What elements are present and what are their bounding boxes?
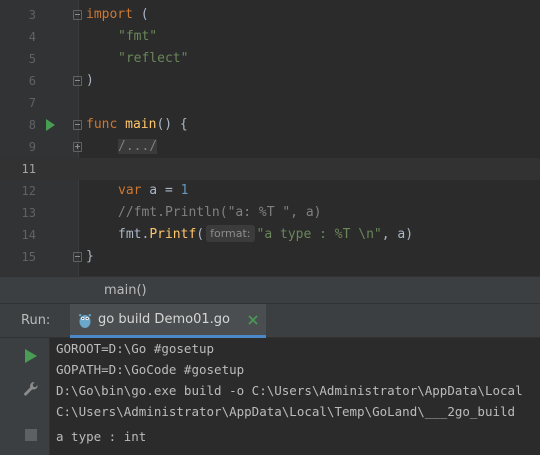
line-number: 14 bbox=[21, 228, 36, 242]
run-toolbar bbox=[0, 338, 50, 455]
wrench-icon[interactable] bbox=[20, 378, 42, 400]
code-line[interactable]: 12 var a = 1 bbox=[0, 180, 540, 202]
console-line: D:\Go\bin\go.exe build -o C:\Users\Admin… bbox=[56, 383, 523, 398]
gutter-cell: 14 bbox=[0, 224, 78, 246]
code-editor[interactable]: 3 import ( 4 "fmt" 5 "reflect" 6 ) 7 8 f… bbox=[0, 0, 540, 276]
gutter-cell: 8 bbox=[0, 114, 82, 136]
code-text: "reflect" bbox=[118, 48, 188, 70]
breadcrumb-item[interactable]: main() bbox=[104, 277, 147, 305]
code-punct: ) bbox=[86, 73, 94, 88]
code-punct: ( bbox=[132, 7, 149, 22]
code-text: /.../ bbox=[118, 136, 158, 158]
code-line[interactable]: 3 import ( bbox=[0, 4, 540, 26]
gopher-icon bbox=[79, 314, 91, 328]
code-line[interactable]: 6 ) bbox=[0, 70, 540, 92]
line-number: 3 bbox=[28, 8, 36, 22]
code-text: func main() { bbox=[86, 114, 188, 136]
gutter-cell: 7 bbox=[0, 92, 78, 114]
gutter-cell: 9 bbox=[0, 136, 82, 158]
fold-icon[interactable] bbox=[73, 120, 82, 130]
line-number: 9 bbox=[28, 140, 36, 154]
line-number: 8 bbox=[28, 118, 36, 132]
code-line-current[interactable]: 11 bbox=[0, 158, 540, 180]
code-line[interactable]: 8 func main() { bbox=[0, 114, 540, 136]
keyword: var bbox=[118, 183, 142, 198]
number-literal: 1 bbox=[180, 183, 189, 198]
expand-fold-icon[interactable] bbox=[73, 142, 82, 152]
gutter-cell: 5 bbox=[0, 48, 78, 70]
gutter-cell: 15 bbox=[0, 246, 82, 268]
line-number: 12 bbox=[21, 184, 36, 198]
run-tab-label: go build Demo01.go bbox=[98, 312, 230, 327]
run-gutter-icon[interactable] bbox=[46, 119, 55, 131]
line-number: 5 bbox=[28, 52, 36, 66]
code-line[interactable]: 5 "reflect" bbox=[0, 48, 540, 70]
comment: //fmt.Println("a: %T ", a) bbox=[118, 205, 322, 220]
code-punct: , a) bbox=[381, 227, 414, 242]
run-configuration-tab[interactable]: go build Demo01.go bbox=[70, 304, 266, 338]
line-number: 15 bbox=[21, 250, 36, 264]
stop-icon[interactable] bbox=[20, 424, 42, 446]
code-line[interactable]: 14 fmt.Printf(format: "a type : %T \n", a… bbox=[0, 224, 540, 246]
code-text: } bbox=[86, 246, 94, 268]
code-text: fmt.Printf(format: "a type : %T \n", a) bbox=[118, 224, 413, 246]
console-line: GOPATH=D:\GoCode #gosetup bbox=[56, 362, 245, 377]
code-text: //fmt.Println("a: %T ", a) bbox=[118, 202, 322, 224]
line-number: 4 bbox=[28, 30, 36, 44]
fold-icon[interactable] bbox=[73, 10, 82, 20]
console-line: GOROOT=D:\Go #gosetup bbox=[56, 341, 215, 356]
run-label: Run: bbox=[21, 313, 51, 328]
keyword: func bbox=[86, 117, 118, 132]
gutter-cell: 4 bbox=[0, 26, 78, 48]
code-line[interactable]: 9 /.../ bbox=[0, 136, 540, 158]
code-line[interactable]: 4 "fmt" bbox=[0, 26, 540, 48]
code-text: "fmt" bbox=[118, 26, 157, 48]
package-name: fmt bbox=[118, 227, 142, 242]
code-punct: ( bbox=[196, 227, 205, 242]
line-number: 13 bbox=[21, 206, 36, 220]
code-punct: } bbox=[86, 249, 94, 264]
folded-region[interactable]: /.../ bbox=[118, 139, 158, 154]
breadcrumb: main() bbox=[0, 276, 540, 304]
line-number: 6 bbox=[28, 74, 36, 88]
gutter-cell: 13 bbox=[0, 202, 78, 224]
code-line[interactable]: 7 bbox=[0, 92, 540, 114]
line-number: 7 bbox=[28, 96, 36, 110]
gutter-cell: 3 bbox=[0, 4, 82, 26]
code-text: var a = 1 bbox=[118, 180, 188, 202]
console-output[interactable]: GOROOT=D:\Go #gosetup GOPATH=D:\GoCode #… bbox=[50, 338, 540, 455]
run-tool-window-header: Run: go build Demo01.go bbox=[0, 304, 540, 338]
code-line[interactable]: 13 //fmt.Println("a: %T ", a) bbox=[0, 202, 540, 224]
code-text: import ( bbox=[86, 4, 149, 26]
close-icon[interactable] bbox=[246, 313, 260, 327]
code-line[interactable]: 15 } bbox=[0, 246, 540, 268]
console-line: a type : int bbox=[56, 429, 147, 444]
function-name: main bbox=[125, 117, 157, 132]
gutter-cell: 11 bbox=[0, 158, 78, 180]
gutter-cell: 6 bbox=[0, 70, 82, 92]
code-plain: a = bbox=[141, 183, 181, 198]
console-line: C:\Users\Administrator\AppData\Local\Tem… bbox=[56, 404, 516, 419]
string-literal: "a type : %T \n" bbox=[256, 227, 382, 242]
string-literal: "reflect" bbox=[118, 51, 189, 66]
method-name: Printf bbox=[149, 227, 197, 242]
line-number: 11 bbox=[21, 162, 36, 176]
code-punct: () { bbox=[156, 117, 188, 132]
string-literal: "fmt" bbox=[118, 29, 158, 44]
keyword: import bbox=[86, 7, 133, 22]
rerun-icon[interactable] bbox=[20, 346, 42, 368]
gutter-cell: 12 bbox=[0, 180, 78, 202]
parameter-hint: format: bbox=[206, 225, 255, 242]
code-text: ) bbox=[86, 70, 94, 92]
fold-icon[interactable] bbox=[73, 76, 82, 86]
fold-icon[interactable] bbox=[73, 252, 82, 262]
